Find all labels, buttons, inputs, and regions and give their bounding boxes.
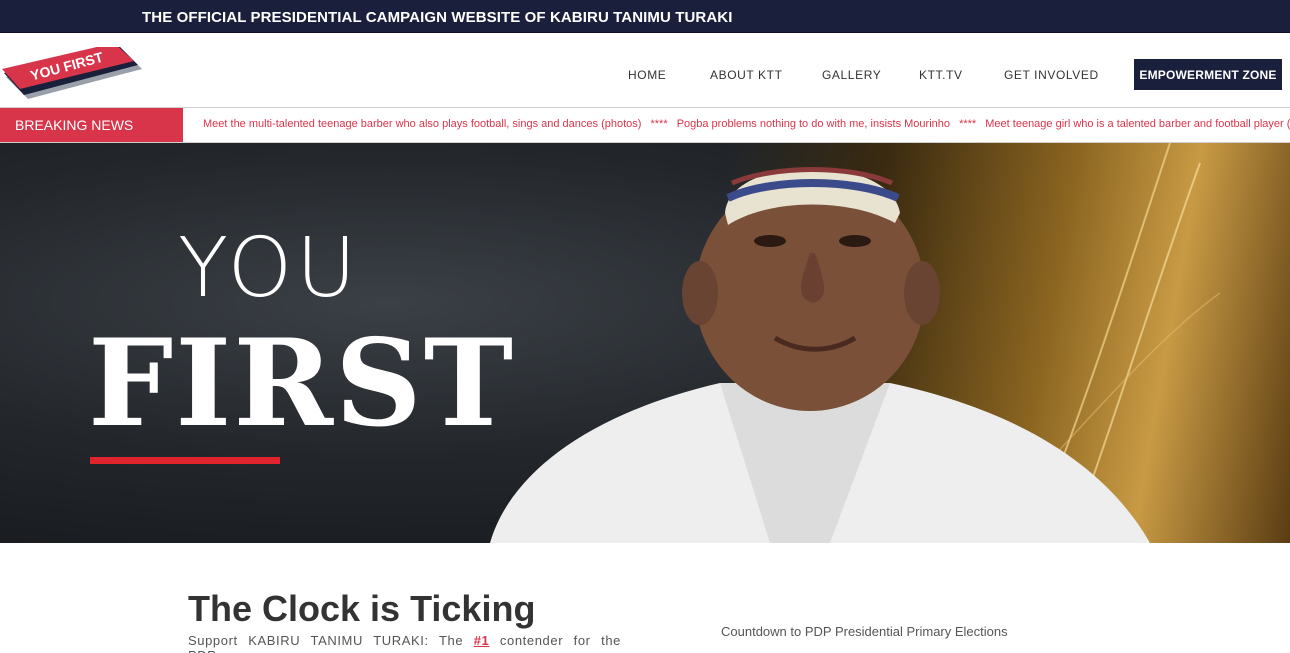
empowerment-zone-button[interactable]: EMPOWERMENT ZONE: [1134, 59, 1282, 90]
hero-banner: YOU FIRST: [0, 143, 1290, 543]
ticker-separator: ****: [959, 118, 977, 130]
news-ticker: Meet the multi-talented teenage barber w…: [203, 118, 1290, 130]
ticker-item[interactable]: Pogba problems nothing to do with me, in…: [677, 118, 950, 130]
nav-get-involved[interactable]: GET INVOLVED: [1004, 68, 1099, 82]
nav-home[interactable]: HOME: [628, 68, 666, 82]
section-title: The Clock is Ticking: [188, 588, 536, 629]
breaking-news-bar: BREAKING NEWS Meet the multi-talented te…: [0, 107, 1290, 143]
contender-rank-link[interactable]: #1: [474, 633, 490, 648]
ticker-item[interactable]: Meet teenage girl who is a talented barb…: [985, 118, 1290, 130]
hero-headline-you: YOU: [178, 221, 361, 316]
hero-accent-underline: [90, 457, 280, 464]
intro-text-start: Support KABIRU TANIMU TURAKI: The: [188, 633, 464, 648]
site-header: YOU FIRST HOME ABOUT KTT GALLERY KTT.TV …: [0, 33, 1290, 108]
breaking-news-label: BREAKING NEWS: [0, 108, 183, 142]
site-tagline: THE OFFICIAL PRESIDENTIAL CAMPAIGN WEBSI…: [142, 9, 733, 26]
main-nav: HOME ABOUT KTT GALLERY KTT.TV GET INVOLV…: [0, 33, 1290, 108]
ticker-separator: ****: [650, 118, 668, 130]
nav-ktt-tv[interactable]: KTT.TV: [919, 68, 963, 82]
countdown-label: Countdown to PDP Presidential Primary El…: [721, 624, 1008, 639]
section-intro-text: Support KABIRU TANIMU TURAKI: The #1 con…: [188, 633, 621, 653]
hero-headline-first: FIRST: [88, 313, 516, 454]
ticker-item[interactable]: Meet the multi-talented teenage barber w…: [203, 118, 641, 130]
nav-gallery[interactable]: GALLERY: [822, 68, 881, 82]
candidate-portrait: [490, 143, 1220, 543]
nav-about-ktt[interactable]: ABOUT KTT: [710, 68, 783, 82]
top-banner: THE OFFICIAL PRESIDENTIAL CAMPAIGN WEBSI…: [0, 0, 1290, 33]
